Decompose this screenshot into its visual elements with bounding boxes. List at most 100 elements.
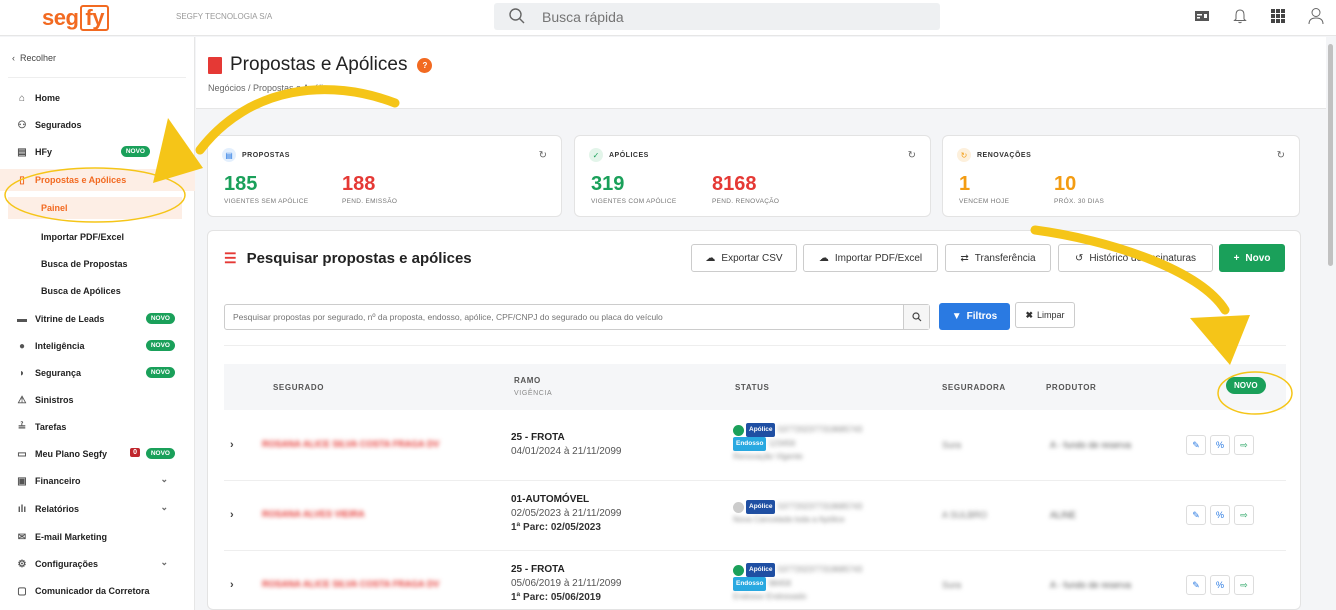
status-dot [733,501,744,513]
close-icon: ✖ [1025,309,1034,320]
link-icon[interactable]: % [1210,575,1230,595]
segurado-name[interactable]: ROSANA ALICE SILVA COSTA FRAGA DV [262,579,439,589]
link-icon[interactable]: % [1210,505,1230,525]
col-segurado[interactable]: SEGURADO [273,383,324,392]
sidebar-item-importar[interactable]: Importar PDF/Excel [0,226,195,248]
sidebar-item-seguranca[interactable]: ◗ Segurança NOVO [0,362,195,384]
chevron-right-icon[interactable]: › [230,509,234,521]
sidebar-item-hfy[interactable]: ▤ HFy NOVO [0,141,195,163]
send-icon[interactable]: ⇨ [1234,505,1254,525]
sidebar-item-home[interactable]: ⌂ Home [0,87,195,109]
col-status[interactable]: STATUS [735,383,769,392]
panel-search[interactable] [224,304,930,330]
help-icon[interactable]: ? [417,57,433,73]
sidebar-item-meu-plano[interactable]: ▭ Meu Plano Segfy 0 NOVO [0,443,195,465]
filters-button[interactable]: ▼ Filtros [939,303,1010,330]
stat-vigentes-com-apolice[interactable]: 319 VIGENTES COM APÓLICE [591,174,676,205]
quick-search-input[interactable] [542,6,922,27]
divider [224,345,1286,346]
link-icon[interactable]: % [1210,435,1230,455]
sidebar-item-sinistros[interactable]: ⚠ Sinistros [0,389,195,411]
edit-icon[interactable]: ✎ [1186,505,1206,525]
transfer-icon: ⇄ [960,252,969,264]
signature-history-button[interactable]: ↺ Histórico de assinaturas [1058,244,1213,272]
sidebar-item-comunicador[interactable]: ▢ Comunicador da Corretora [0,580,195,602]
panel-search-input[interactable] [225,305,903,329]
table-row[interactable]: › ROSANA ALICE SILVA COSTA FRAGA DV 25 -… [224,411,1286,481]
card-propostas: ▤ PROPOSTAS ↻ 185 VIGENTES SEM APÓLICE 1… [207,135,562,217]
stat-prox-30-dias[interactable]: 10 PRÓX. 30 DIAS [1054,174,1104,205]
send-icon[interactable]: ⇨ [1234,435,1254,455]
sidebar-item-financeiro[interactable]: ▣ Financeiro ⌄ [0,470,195,492]
segurado-name[interactable]: ROSANA ALICE SILVA COSTA FRAGA DV [262,439,439,449]
list-icon: ☰ [224,250,237,266]
search-icon[interactable] [903,305,929,329]
sidebar-item-configuracoes[interactable]: ⚙ Configurações ⌄ [0,553,195,575]
sidebar-item-tarefas[interactable]: ≟ Tarefas [0,416,195,438]
send-icon[interactable]: ⇨ [1234,575,1254,595]
transfer-button[interactable]: ⇄ Transferência [945,244,1051,272]
status-dot [733,424,744,436]
chevron-down-icon: ⌄ [160,474,168,484]
calculator-icon[interactable] [1192,6,1212,26]
edit-icon[interactable]: ✎ [1186,435,1206,455]
bell-icon[interactable] [1230,6,1250,26]
shield-icon: ◗ [18,367,26,379]
refresh-icon[interactable]: ↻ [908,150,916,161]
refresh-icon[interactable]: ↻ [539,150,547,161]
panel-title: ☰ Pesquisar propostas e apólices [224,250,472,267]
logo[interactable]: seg fy [42,5,109,31]
apps-grid-icon[interactable] [1268,6,1288,26]
table-row[interactable]: › ROSANA ALVES VIEIRA 01-AUTOMÓVEL 02/05… [224,481,1286,551]
sidebar-item-busca-apolices[interactable]: Busca de Apólices [0,280,195,302]
stat-vigentes-sem-apolice[interactable]: 185 VIGENTES SEM APÓLICE [224,174,308,205]
ramo-cell: 01-AUTOMÓVEL 02/05/2023 à 21/11/2099 1ª … [511,494,622,533]
chevron-right-icon[interactable]: › [230,579,234,591]
sidebar-item-busca-propostas[interactable]: Busca de Propostas [0,253,195,275]
money-icon: ▣ [17,475,27,487]
gear-icon: ⚙ [17,558,27,570]
segurado-name[interactable]: ROSANA ALVES VIEIRA [262,509,365,519]
export-csv-button[interactable]: ☁ Exportar CSV [691,244,797,272]
stat-vencem-hoje[interactable]: 1 VENCEM HOJE [959,174,1009,205]
sidebar-item-relatorios[interactable]: ılı Relatórios ⌄ [0,498,195,520]
scrollbar[interactable] [1328,44,1333,266]
refresh-icon[interactable]: ↻ [1277,150,1285,161]
sidebar-item-email-marketing[interactable]: ✉ E-mail Marketing [0,526,195,548]
chevron-down-icon: ⌄ [160,557,168,567]
chevron-down-icon: ⌄ [160,502,168,512]
sidebar: ‹ Recolher ⌂ Home ⚇ Segurados ▤ HFy NOVO ▯ Pr… [0,37,195,610]
sidebar-item-vitrine[interactable]: ▬ Vitrine de Leads NOVO [0,308,195,330]
users-icon: ⚇ [17,119,27,131]
filter-icon: ▼ [951,311,962,322]
new-badge: NOVO [145,313,175,324]
document-icon [208,56,222,74]
new-button[interactable]: + Novo [1219,244,1285,272]
quick-search[interactable] [494,3,940,30]
sidebar-item-inteligencia[interactable]: ● Inteligência NOVO [0,335,195,357]
breadcrumb[interactable]: Negócios / Propostas e Apólices [208,83,337,93]
chevron-right-icon[interactable]: › [230,439,234,451]
count-badge: 0 [130,448,140,457]
col-seguradora[interactable]: SEGURADORA [942,383,1006,392]
col-ramo[interactable]: RAMO VIGÊNCIA [514,376,552,397]
table-row[interactable]: › ROSANA ALICE SILVA COSTA FRAGA DV 25 -… [224,551,1286,609]
sidebar-item-painel[interactable]: Painel [8,197,182,219]
home-icon: ⌂ [18,92,26,104]
search-icon [508,7,526,28]
sidebar-item-propostas-apolices[interactable]: ▯ Propostas e Apólices [0,169,195,191]
page-title: Propostas e Apólices ? [208,54,433,76]
clipboard-icon: ▤ [17,146,27,158]
chart-icon: ılı [17,503,27,515]
edit-icon[interactable]: ✎ [1186,575,1206,595]
stat-pend-renovacao[interactable]: 8168 PEND. RENOVAÇÃO [712,174,779,205]
new-badge: NOVO [145,340,175,351]
col-produtor[interactable]: PRODUTOR [1046,383,1096,392]
stat-pend-emissao[interactable]: 188 PEND. EMISSÃO [342,174,397,205]
collapse-button[interactable]: ‹ Recolher [12,53,56,63]
clear-button[interactable]: ✖ Limpar [1015,302,1075,328]
import-pdf-excel-button[interactable]: ☁ Importar PDF/Excel [803,244,938,272]
sidebar-item-segurados[interactable]: ⚇ Segurados [0,114,195,136]
status-cell: Apólice 5377202377319685743 Endosso 1234… [733,423,862,463]
user-icon[interactable] [1306,6,1326,26]
